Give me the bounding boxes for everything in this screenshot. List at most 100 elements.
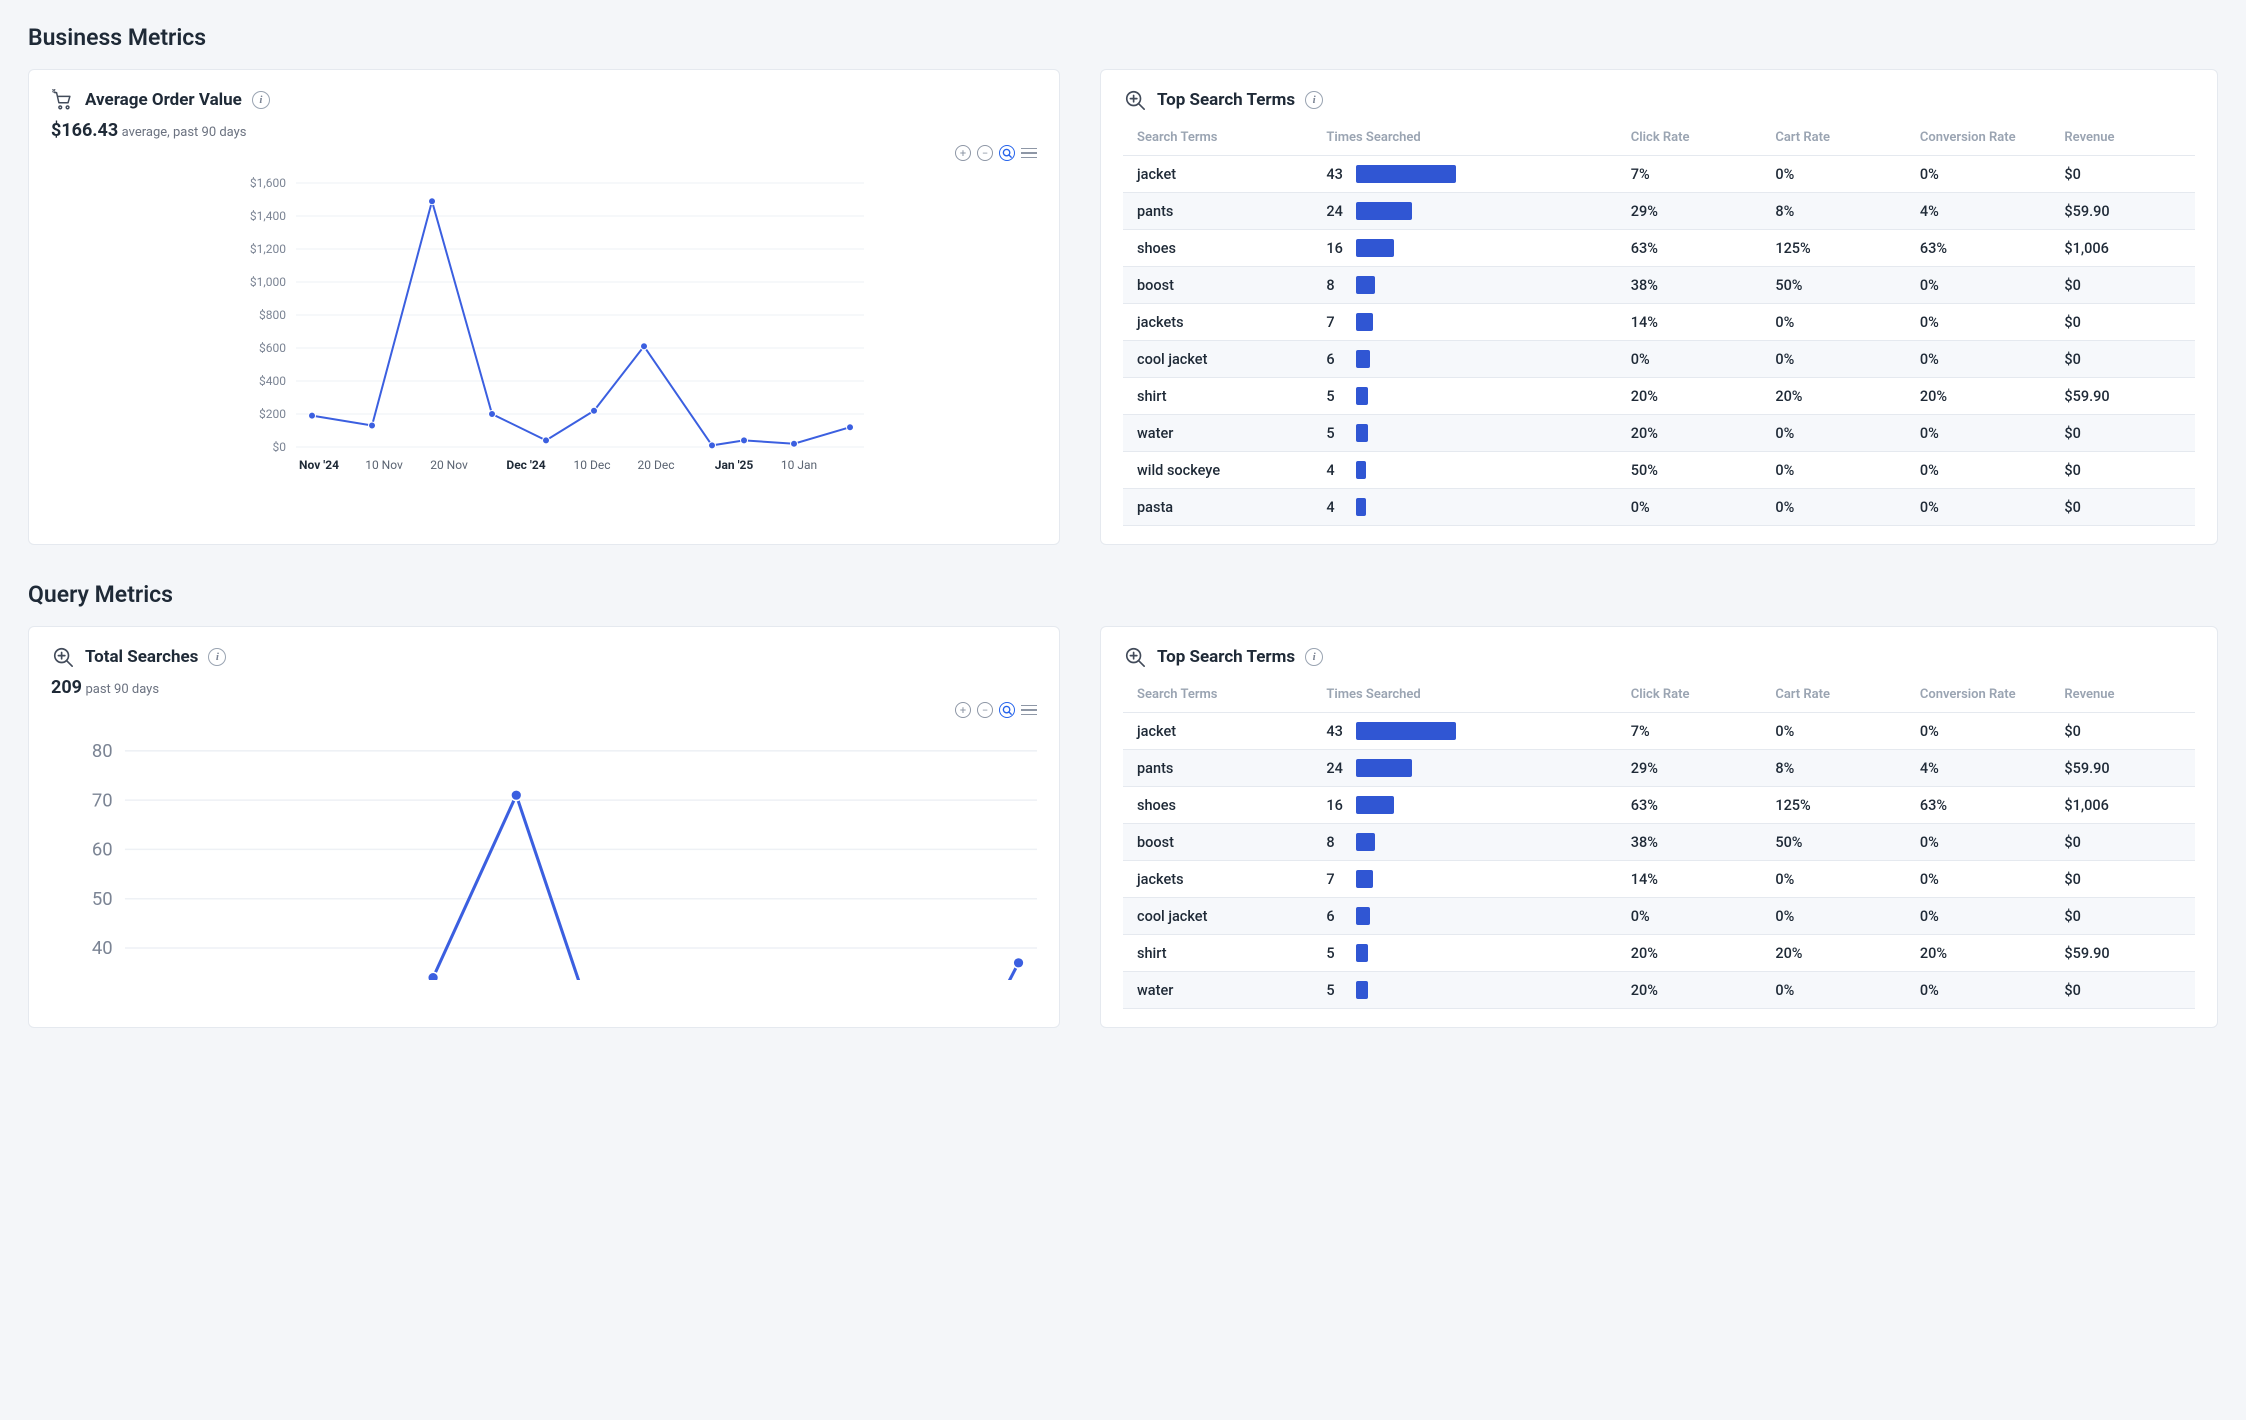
cell-revenue: $59.90 [2050,378,2195,415]
table-row[interactable]: shirt520%20%20%$59.90 [1123,935,2195,972]
cell-conversion-rate: 0% [1906,452,2051,489]
cell-times-searched: 24 [1312,193,1616,230]
table-row[interactable]: jackets714%0%0%$0 [1123,304,2195,341]
svg-text:Nov '24: Nov '24 [299,458,339,472]
cell-search-term: cool jacket [1123,898,1312,935]
cell-conversion-rate: 0% [1906,898,2051,935]
cell-cart-rate: 0% [1761,898,1906,935]
svg-text:$200: $200 [259,407,286,421]
cell-revenue: $0 [2050,824,2195,861]
cell-times-searched: 5 [1312,415,1616,452]
zoom-in-icon[interactable]: + [955,145,971,161]
cell-times-searched: 16 [1312,230,1616,267]
cell-times-searched: 43 [1312,713,1616,750]
zoom-in-icon[interactable]: + [955,702,971,718]
table-row[interactable]: shoes1663%125%63%$1,006 [1123,230,2195,267]
cell-cart-rate: 0% [1761,304,1906,341]
times-searched-bar [1356,276,1375,294]
cell-click-rate: 50% [1617,452,1762,489]
cell-revenue: $0 [2050,341,2195,378]
col-cart-rate[interactable]: Cart Rate [1761,677,1906,713]
cell-click-rate: 14% [1617,861,1762,898]
times-searched-bar [1356,461,1365,479]
table-row[interactable]: pasta40%0%0%$0 [1123,489,2195,526]
col-click-rate[interactable]: Click Rate [1617,120,1762,156]
table-row[interactable]: shoes1663%125%63%$1,006 [1123,787,2195,824]
svg-text:$1,000: $1,000 [250,275,286,289]
svg-text:10 Dec: 10 Dec [574,458,611,472]
cell-search-term: water [1123,415,1312,452]
table-row[interactable]: water520%0%0%$0 [1123,972,2195,1009]
col-times-searched[interactable]: Times Searched [1312,677,1616,713]
col-search-terms[interactable]: Search Terms [1123,120,1312,156]
zoom-out-icon[interactable]: − [977,145,993,161]
zoom-reset-icon[interactable] [999,145,1015,161]
info-icon[interactable]: i [208,648,226,666]
col-search-terms[interactable]: Search Terms [1123,677,1312,713]
cell-click-rate: 20% [1617,972,1762,1009]
col-conversion-rate[interactable]: Conversion Rate [1906,677,2051,713]
cell-revenue: $0 [2050,972,2195,1009]
table-row[interactable]: boost838%50%0%$0 [1123,267,2195,304]
svg-text:60: 60 [92,839,113,861]
cell-cart-rate: 0% [1761,861,1906,898]
card-title: Average Order Value [85,90,242,110]
cell-conversion-rate: 20% [1906,378,2051,415]
aov-sub: average, past 90 days [122,125,247,140]
table-row[interactable]: cool jacket60%0%0%$0 [1123,341,2195,378]
aov-value: $166.43 [51,120,118,141]
top-search-terms-table: Search Terms Times Searched Click Rate C… [1123,120,2195,526]
times-searched-bar [1356,907,1370,925]
table-row[interactable]: cool jacket60%0%0%$0 [1123,898,2195,935]
chart-menu-icon[interactable] [1021,702,1037,718]
table-row[interactable]: boost838%50%0%$0 [1123,824,2195,861]
cell-times-searched: 7 [1312,861,1616,898]
cell-cart-rate: 125% [1761,230,1906,267]
cell-times-searched: 5 [1312,972,1616,1009]
cell-cart-rate: 0% [1761,156,1906,193]
section-title-business-metrics: Business Metrics [28,24,2218,51]
info-icon[interactable]: i [1305,91,1323,109]
total-searches-sub: past 90 days [85,682,159,697]
table-row[interactable]: water520%0%0%$0 [1123,415,2195,452]
card-title: Total Searches [85,647,198,667]
table-row[interactable]: jacket437%0%0%$0 [1123,156,2195,193]
chart-menu-icon[interactable] [1021,145,1037,161]
cell-conversion-rate: 4% [1906,193,2051,230]
table-row[interactable]: pants2429%8%4%$59.90 [1123,193,2195,230]
card-title: Top Search Terms [1157,90,1295,110]
zoom-reset-icon[interactable] [999,702,1015,718]
card-top-search-terms-business: Top Search Terms i Search Terms Times Se… [1100,69,2218,545]
col-revenue[interactable]: Revenue [2050,120,2195,156]
cell-revenue: $0 [2050,304,2195,341]
cell-click-rate: 20% [1617,378,1762,415]
info-icon[interactable]: i [1305,648,1323,666]
cell-conversion-rate: 0% [1906,824,2051,861]
cell-revenue: $0 [2050,452,2195,489]
cell-cart-rate: 8% [1761,750,1906,787]
col-times-searched[interactable]: Times Searched [1312,120,1616,156]
col-click-rate[interactable]: Click Rate [1617,677,1762,713]
table-row[interactable]: wild sockeye450%0%0%$0 [1123,452,2195,489]
search-zoom-icon [1123,88,1147,112]
section-title-query-metrics: Query Metrics [28,581,2218,608]
svg-text:$600: $600 [259,341,286,355]
col-conversion-rate[interactable]: Conversion Rate [1906,120,2051,156]
svg-text:$1,400: $1,400 [250,209,286,223]
cell-conversion-rate: 0% [1906,304,2051,341]
info-icon[interactable]: i [252,91,270,109]
zoom-out-icon[interactable]: − [977,702,993,718]
col-revenue[interactable]: Revenue [2050,677,2195,713]
table-row[interactable]: jackets714%0%0%$0 [1123,861,2195,898]
cell-conversion-rate: 0% [1906,341,2051,378]
chart-toolbar: + − [51,702,1037,718]
col-cart-rate[interactable]: Cart Rate [1761,120,1906,156]
cell-cart-rate: 0% [1761,713,1906,750]
cell-search-term: shirt [1123,935,1312,972]
cell-search-term: pants [1123,193,1312,230]
cell-conversion-rate: 0% [1906,489,2051,526]
table-row[interactable]: shirt520%20%20%$59.90 [1123,378,2195,415]
table-row[interactable]: jacket437%0%0%$0 [1123,713,2195,750]
cell-cart-rate: 0% [1761,341,1906,378]
table-row[interactable]: pants2429%8%4%$59.90 [1123,750,2195,787]
